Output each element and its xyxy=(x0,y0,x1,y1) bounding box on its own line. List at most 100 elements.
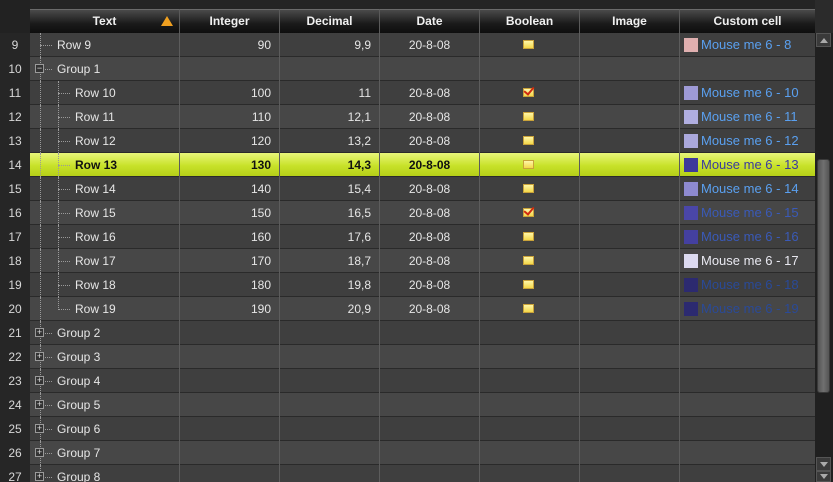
image-cell[interactable] xyxy=(580,81,680,105)
decimal-cell[interactable]: 18,7 xyxy=(280,249,380,273)
scroll-page-down-button[interactable] xyxy=(816,471,831,482)
boolean-cell[interactable] xyxy=(480,177,580,201)
integer-cell[interactable]: 170 xyxy=(180,249,280,273)
text-cell[interactable]: + Group 2 xyxy=(30,321,180,345)
boolean-cell[interactable] xyxy=(480,345,580,369)
table-row[interactable]: 20 Row 19 190 20,9 20-8-08 Mouse me 6 - 19 xyxy=(0,297,815,321)
boolean-cell[interactable] xyxy=(480,441,580,465)
expand-icon[interactable]: + xyxy=(35,448,44,457)
boolean-cell[interactable] xyxy=(480,273,580,297)
expand-icon[interactable]: + xyxy=(35,328,44,337)
decimal-cell[interactable]: 16,5 xyxy=(280,201,380,225)
checkbox-unchecked-icon[interactable] xyxy=(523,256,534,265)
scroll-down-button[interactable] xyxy=(816,457,831,471)
date-cell[interactable]: 20-8-08 xyxy=(380,105,480,129)
group-row[interactable]: 26 + Group 7 xyxy=(0,441,815,465)
integer-cell[interactable]: 90 xyxy=(180,33,280,57)
custom-cell-text[interactable]: Mouse me 6 - 14 xyxy=(701,177,799,201)
custom-cell[interactable]: Mouse me 6 - 14 xyxy=(680,177,815,201)
column-header-image[interactable]: Image xyxy=(580,9,680,33)
boolean-cell[interactable] xyxy=(480,417,580,441)
scrollbar-thumb[interactable] xyxy=(817,159,830,393)
integer-cell[interactable]: 160 xyxy=(180,225,280,249)
integer-cell[interactable]: 120 xyxy=(180,129,280,153)
text-cell[interactable]: + Group 7 xyxy=(30,441,180,465)
date-cell[interactable]: 20-8-08 xyxy=(380,297,480,321)
expand-icon[interactable]: + xyxy=(35,400,44,409)
image-cell[interactable] xyxy=(580,465,680,482)
custom-cell[interactable]: Mouse me 6 - 16 xyxy=(680,225,815,249)
column-header-custom[interactable]: Custom cell xyxy=(680,9,815,33)
image-cell[interactable] xyxy=(580,129,680,153)
text-cell[interactable]: Row 13 xyxy=(30,153,180,177)
decimal-cell[interactable]: 19,8 xyxy=(280,273,380,297)
table-row[interactable]: 18 Row 17 170 18,7 20-8-08 Mouse me 6 - 17 xyxy=(0,249,815,273)
column-header-date[interactable]: Date xyxy=(380,9,480,33)
table-row[interactable]: 19 Row 18 180 19,8 20-8-08 Mouse me 6 - 18 xyxy=(0,273,815,297)
integer-cell[interactable]: 100 xyxy=(180,81,280,105)
text-cell[interactable]: Row 11 xyxy=(30,105,180,129)
integer-cell[interactable] xyxy=(180,321,280,345)
custom-cell-text[interactable]: Mouse me 6 - 13 xyxy=(701,153,799,177)
group-row[interactable]: 27 + Group 8 xyxy=(0,465,815,482)
text-cell[interactable]: Row 17 xyxy=(30,249,180,273)
integer-cell[interactable]: 130 xyxy=(180,153,280,177)
boolean-cell[interactable] xyxy=(480,393,580,417)
custom-cell-text[interactable]: Mouse me 6 - 17 xyxy=(701,249,799,273)
image-cell[interactable] xyxy=(580,201,680,225)
image-cell[interactable] xyxy=(580,417,680,441)
text-cell[interactable]: − Group 1 xyxy=(30,57,180,81)
date-cell[interactable]: 20-8-08 xyxy=(380,249,480,273)
checkbox-checked-icon[interactable] xyxy=(523,208,534,217)
custom-cell-text[interactable]: Mouse me 6 - 8 xyxy=(701,33,791,57)
table-row[interactable]: 16 Row 15 150 16,5 20-8-08 Mouse me 6 - 15 xyxy=(0,201,815,225)
text-cell[interactable]: Row 18 xyxy=(30,273,180,297)
image-cell[interactable] xyxy=(580,105,680,129)
checkbox-unchecked-icon[interactable] xyxy=(523,304,534,313)
integer-cell[interactable]: 140 xyxy=(180,177,280,201)
column-header-decimal[interactable]: Decimal xyxy=(280,9,380,33)
custom-cell[interactable]: Mouse me 6 - 11 xyxy=(680,105,815,129)
custom-cell[interactable]: Mouse me 6 - 17 xyxy=(680,249,815,273)
image-cell[interactable] xyxy=(580,249,680,273)
text-cell[interactable]: + Group 6 xyxy=(30,417,180,441)
text-cell[interactable]: + Group 4 xyxy=(30,369,180,393)
custom-cell[interactable] xyxy=(680,393,815,417)
date-cell[interactable]: 20-8-08 xyxy=(380,225,480,249)
integer-cell[interactable] xyxy=(180,441,280,465)
decimal-cell[interactable]: 13,2 xyxy=(280,129,380,153)
text-cell[interactable]: Row 14 xyxy=(30,177,180,201)
integer-cell[interactable] xyxy=(180,57,280,81)
expand-icon[interactable]: + xyxy=(35,376,44,385)
image-cell[interactable] xyxy=(580,177,680,201)
boolean-cell[interactable] xyxy=(480,153,580,177)
column-header-text[interactable]: Text xyxy=(30,9,180,33)
date-cell[interactable] xyxy=(380,441,480,465)
scroll-up-button[interactable] xyxy=(816,33,831,47)
image-cell[interactable] xyxy=(580,153,680,177)
date-cell[interactable] xyxy=(380,57,480,81)
text-cell[interactable]: Row 12 xyxy=(30,129,180,153)
custom-cell-text[interactable]: Mouse me 6 - 15 xyxy=(701,201,799,225)
date-cell[interactable]: 20-8-08 xyxy=(380,177,480,201)
vertical-scrollbar[interactable] xyxy=(815,33,833,482)
expand-icon[interactable]: + xyxy=(35,424,44,433)
boolean-cell[interactable] xyxy=(480,369,580,393)
decimal-cell[interactable] xyxy=(280,441,380,465)
expand-icon[interactable]: + xyxy=(35,472,44,481)
group-row[interactable]: 25 + Group 6 xyxy=(0,417,815,441)
boolean-cell[interactable] xyxy=(480,201,580,225)
date-cell[interactable]: 20-8-08 xyxy=(380,81,480,105)
image-cell[interactable] xyxy=(580,297,680,321)
boolean-cell[interactable] xyxy=(480,297,580,321)
text-cell[interactable]: Row 10 xyxy=(30,81,180,105)
date-cell[interactable]: 20-8-08 xyxy=(380,273,480,297)
custom-cell[interactable]: Mouse me 6 - 18 xyxy=(680,273,815,297)
date-cell[interactable]: 20-8-08 xyxy=(380,33,480,57)
checkbox-checked-icon[interactable] xyxy=(523,88,534,97)
custom-cell-text[interactable]: Mouse me 6 - 12 xyxy=(701,129,799,153)
checkbox-unchecked-icon[interactable] xyxy=(523,40,534,49)
group-row[interactable]: 21 + Group 2 xyxy=(0,321,815,345)
checkbox-unchecked-icon[interactable] xyxy=(523,280,534,289)
group-row[interactable]: 24 + Group 5 xyxy=(0,393,815,417)
